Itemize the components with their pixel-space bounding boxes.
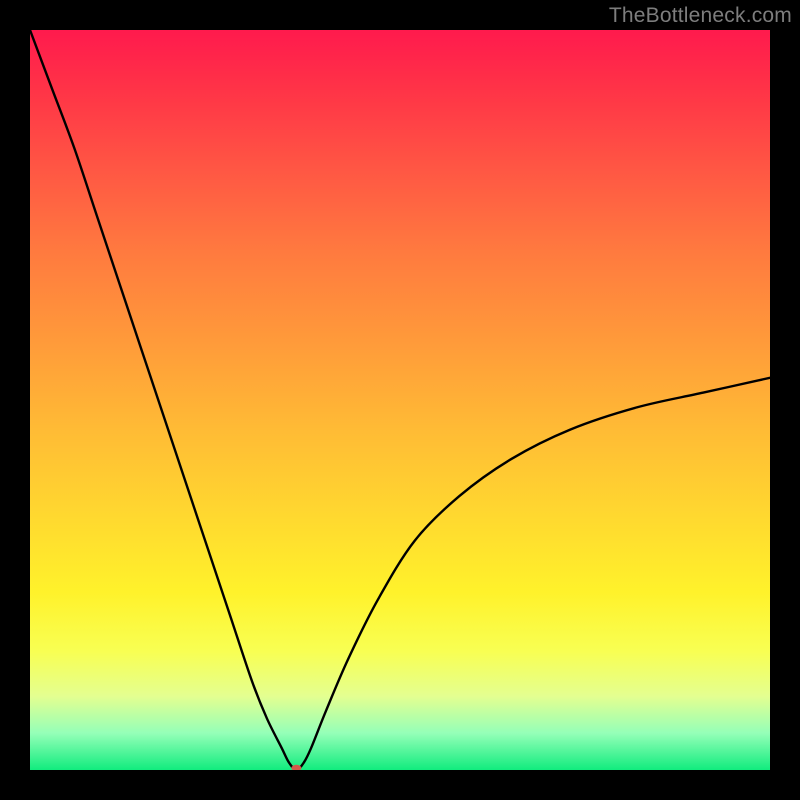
optimal-point-marker [291,765,301,770]
bottleneck-curve [30,30,770,770]
watermark-text: TheBottleneck.com [609,4,792,28]
plot-area [30,30,770,770]
curve-svg [30,30,770,770]
chart-frame: TheBottleneck.com [0,0,800,800]
